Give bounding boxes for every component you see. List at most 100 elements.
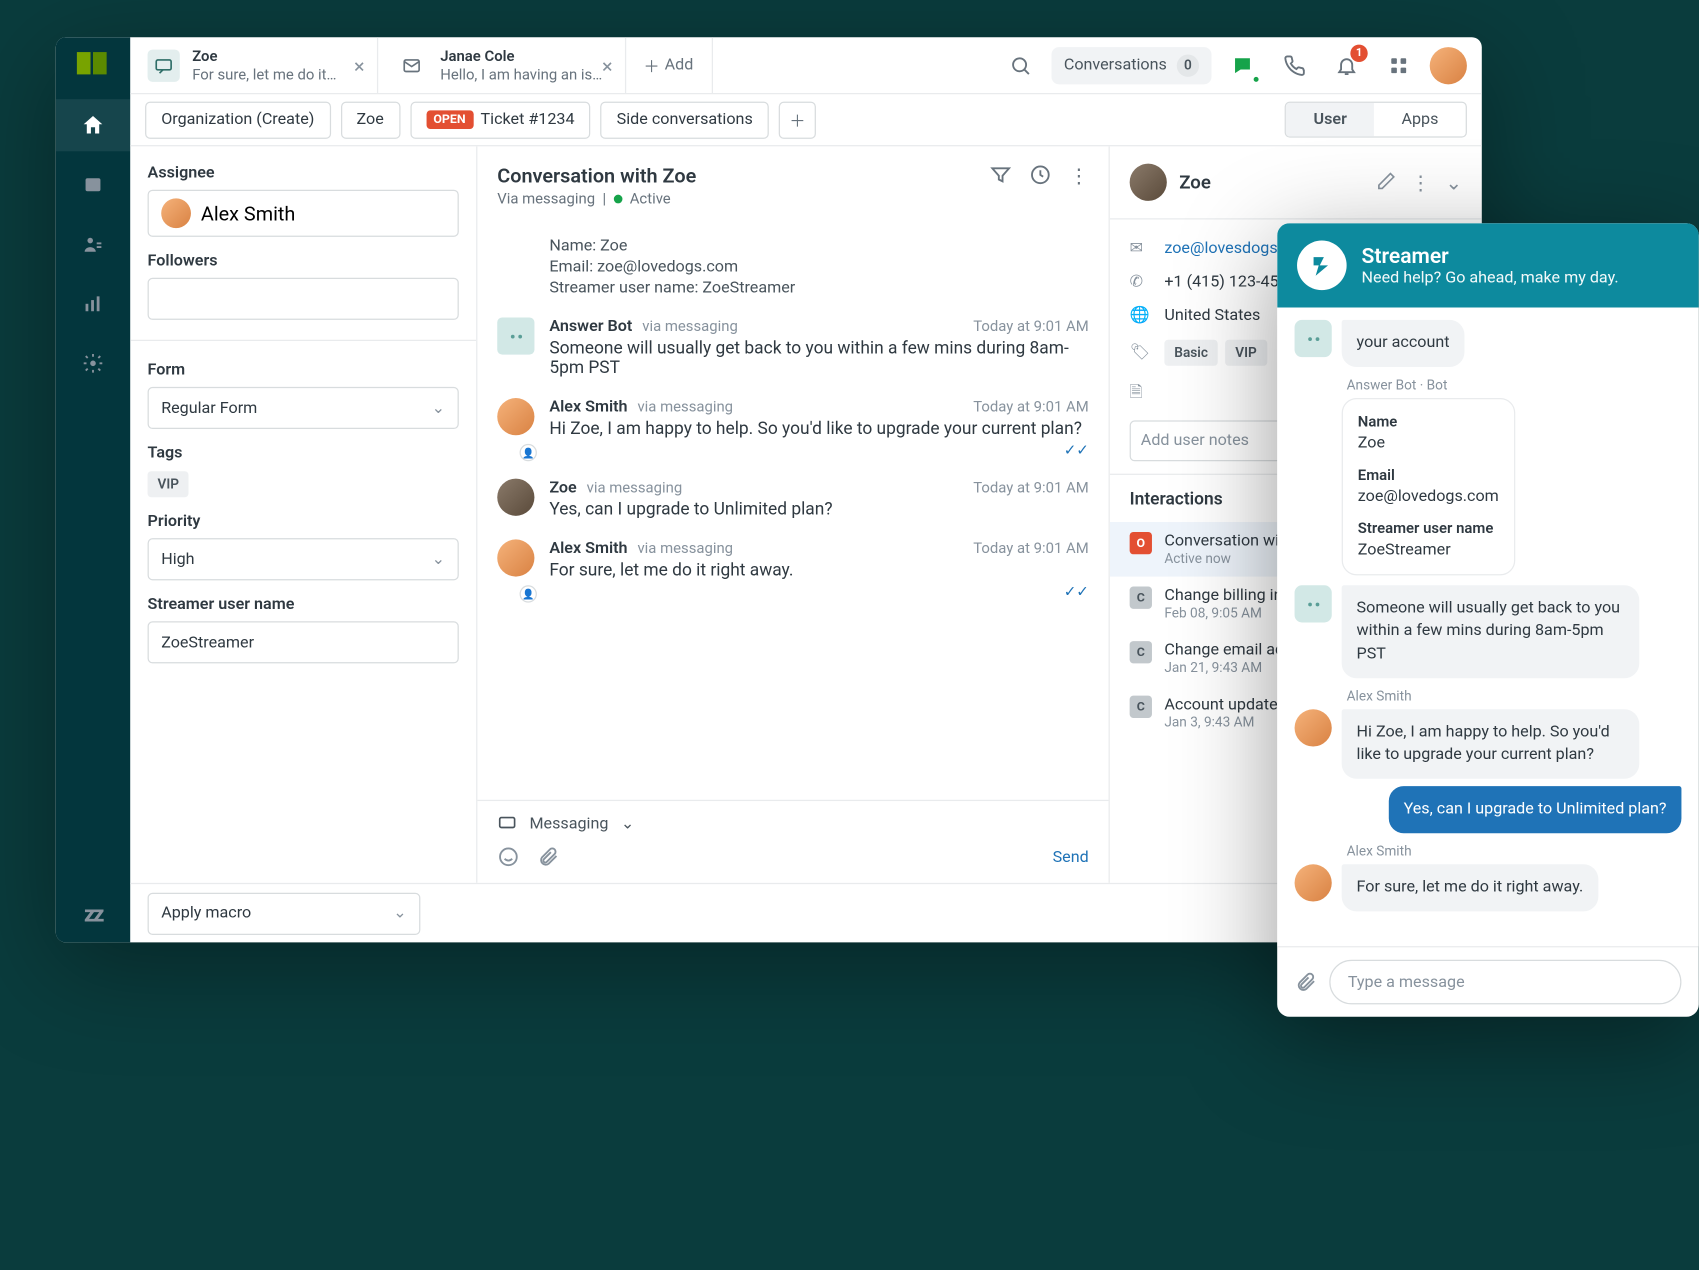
followers-label: Followers — [148, 252, 459, 271]
chevron-down-icon[interactable]: ⌄ — [1445, 171, 1462, 195]
followers-input[interactable] — [148, 278, 459, 320]
form-select[interactable]: Regular Form⌄ — [148, 387, 459, 429]
chevron-down-icon: ⌄ — [432, 399, 446, 418]
tab-title: Zoe — [192, 47, 336, 65]
assignee-name: Alex Smith — [201, 202, 295, 226]
emoji-icon[interactable] — [497, 846, 519, 868]
tab-zoe[interactable]: ZoeFor sure, let me do it… × — [130, 37, 378, 93]
conversations-pill[interactable]: Conversations 0 — [1051, 47, 1211, 84]
assignee-picker[interactable]: Alex Smith — [148, 190, 459, 237]
conversations-count: 0 — [1177, 54, 1199, 76]
macro-label: Apply macro — [161, 904, 251, 923]
nav-customers[interactable] — [56, 218, 130, 270]
bot-bubble-snippet: your account — [1342, 320, 1465, 367]
call-button[interactable] — [1273, 44, 1315, 86]
email-icon: ✉ — [1130, 239, 1150, 258]
bot-avatar — [1295, 585, 1332, 622]
via-label: Via messaging — [497, 190, 595, 207]
more-icon[interactable]: ⋮ — [1411, 171, 1431, 195]
tag-vip[interactable]: VIP — [1225, 340, 1266, 366]
nav-home[interactable] — [56, 99, 130, 151]
history-icon[interactable] — [1029, 164, 1051, 188]
widget-title: Streamer — [1362, 244, 1619, 269]
message: 👤Alex Smithvia messagingToday at 9:01 AM… — [497, 388, 1088, 469]
tag-icon: 🏷 — [1130, 343, 1150, 362]
conversations-label: Conversations — [1064, 56, 1167, 75]
streamer-input[interactable]: ZoeStreamer — [148, 621, 459, 663]
profile-avatar[interactable] — [1430, 47, 1467, 84]
reply-channel-bar: Messaging ⌄ — [477, 800, 1108, 846]
interaction-title: Account update — [1164, 696, 1277, 715]
org-crumb[interactable]: Organization (Create) — [145, 101, 330, 138]
message-avatar — [497, 539, 534, 576]
add-side-conversation[interactable]: ＋ — [779, 101, 816, 138]
agent-bubble: Hi Zoe, I am happy to help. So you'd lik… — [1342, 709, 1640, 779]
assignee-avatar — [161, 198, 191, 228]
info-streamer: Streamer user name: ZoeStreamer — [549, 279, 1088, 298]
message-via: via messaging — [637, 398, 733, 415]
agent-label: Alex Smith — [1347, 688, 1682, 704]
close-icon[interactable]: × — [354, 55, 365, 79]
user-crumb[interactable]: Zoe — [340, 101, 399, 138]
user-avatar — [1130, 164, 1167, 201]
chat-status-button[interactable] — [1221, 44, 1263, 86]
tag-vip[interactable]: VIP — [148, 471, 189, 497]
tag-basic[interactable]: Basic — [1164, 340, 1217, 366]
tab-user[interactable]: User — [1286, 103, 1374, 136]
read-receipt-icon: ✓✓ — [549, 583, 1088, 600]
reply-channel-label[interactable]: Messaging — [529, 814, 608, 833]
interaction-title: Conversation wi — [1164, 532, 1279, 551]
info-name: Name: Zoe — [549, 237, 1088, 256]
message-via: via messaging — [642, 317, 738, 334]
note-icon: 🗎 — [1130, 381, 1150, 408]
agent-bubble: For sure, let me do it right away. — [1342, 865, 1598, 912]
user-name: Zoe — [1179, 171, 1211, 193]
search-button[interactable] — [999, 44, 1041, 86]
macro-select[interactable]: Apply macro⌄ — [148, 892, 421, 934]
nav-views[interactable] — [56, 159, 130, 211]
close-icon[interactable]: × — [602, 55, 613, 79]
agent-badge-icon: 👤 — [520, 444, 537, 461]
open-badge: OPEN — [426, 110, 473, 129]
tab-apps[interactable]: Apps — [1374, 103, 1466, 136]
message: Zoevia messagingToday at 9:01 AMYes, can… — [497, 469, 1088, 530]
phone-icon: ✆ — [1130, 273, 1150, 292]
message-avatar — [497, 398, 534, 435]
ticket-crumb[interactable]: OPENTicket #1234 — [410, 101, 591, 138]
zendesk-mark: zz — [84, 901, 102, 927]
widget-body: your account Answer Bot · Bot NameZoe Em… — [1277, 308, 1699, 947]
message-time: Today at 9:01 AM — [973, 539, 1088, 556]
brand-logo — [77, 52, 109, 84]
message-author: Answer Bot — [549, 317, 632, 336]
message: 👤Alex Smithvia messagingToday at 9:01 AM… — [497, 529, 1088, 610]
message-text: Someone will usually get back to you wit… — [549, 339, 1088, 379]
priority-select[interactable]: High⌄ — [148, 538, 459, 580]
filter-icon[interactable] — [990, 164, 1012, 188]
tab-janae[interactable]: Janae ColeHello, I am having an is… × — [378, 37, 626, 93]
add-tab-button[interactable]: ＋Add — [626, 37, 713, 93]
more-icon[interactable]: ⋮ — [1069, 164, 1089, 188]
card-streamer-key: Streamer user name — [1358, 519, 1499, 540]
side-conversations-crumb[interactable]: Side conversations — [601, 101, 769, 138]
message-input[interactable]: Type a message — [1329, 960, 1681, 1005]
apps-button[interactable] — [1378, 44, 1420, 86]
add-label: Add — [665, 56, 694, 75]
chevron-down-icon[interactable]: ⌄ — [621, 814, 635, 833]
card-name-key: Name — [1358, 412, 1499, 433]
user-country: United States — [1164, 306, 1260, 325]
interaction-title: Change email ad — [1164, 641, 1284, 660]
edit-icon[interactable] — [1376, 171, 1396, 195]
context-panel-tabs: User Apps — [1285, 102, 1467, 138]
streamer-value: ZoeStreamer — [161, 633, 254, 652]
attachment-icon[interactable] — [537, 846, 559, 868]
message-author: Alex Smith — [549, 539, 627, 558]
attachment-icon[interactable] — [1295, 971, 1317, 993]
nav-reporting[interactable] — [56, 278, 130, 330]
send-button[interactable]: Send — [1053, 848, 1089, 867]
message-author: Alex Smith — [549, 398, 627, 417]
chevron-down-icon: ⌄ — [432, 550, 446, 569]
notifications-button[interactable]: 1 — [1326, 44, 1368, 86]
streamer-label: Streamer user name — [148, 595, 459, 614]
user-bubble: Yes, can I upgrade to Unlimited plan? — [1389, 786, 1682, 833]
nav-admin[interactable] — [56, 337, 130, 389]
